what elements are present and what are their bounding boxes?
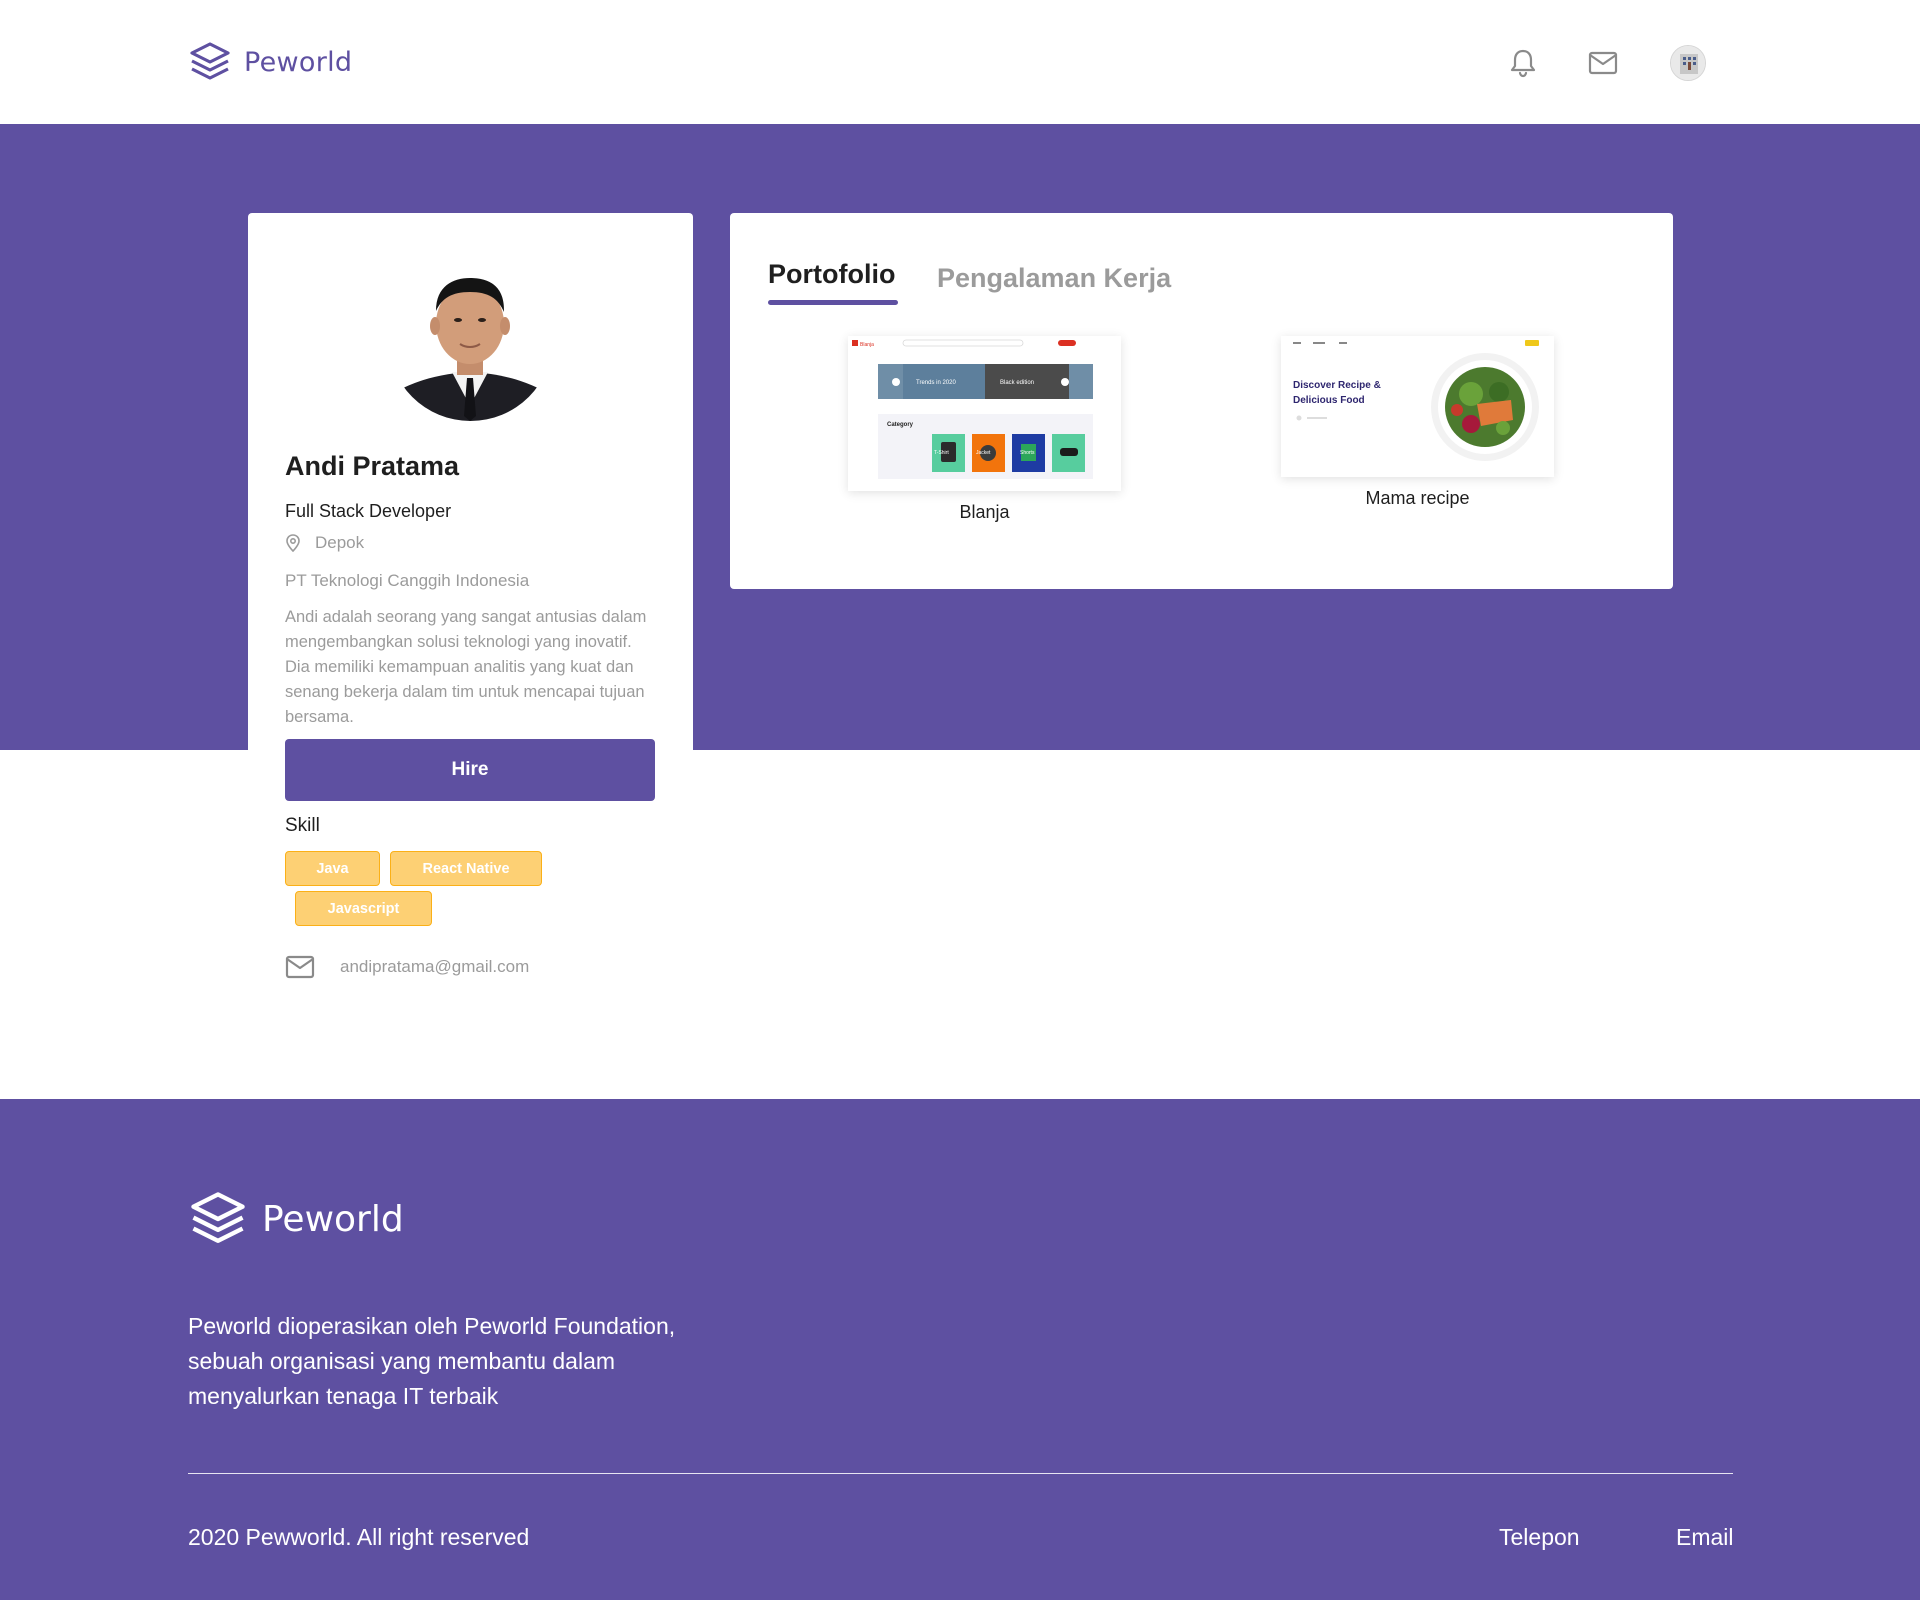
portfolio-item-mama-recipe[interactable]: Discover Recipe & Delicious Food	[1281, 336, 1554, 477]
footer: Peworld Peworld dioperasikan oleh Peworl…	[0, 1099, 1920, 1600]
thumb-blanja-category: Shorts	[1020, 450, 1035, 456]
footer-link-email[interactable]: Email	[1676, 1524, 1734, 1551]
hire-button[interactable]: Hire	[285, 739, 655, 801]
tab-work-experience[interactable]: Pengalaman Kerja	[937, 263, 1171, 294]
email-text: andipratama@gmail.com	[340, 957, 530, 976]
footer-brand-name: Peworld	[262, 1198, 404, 1240]
skill-badge[interactable]: Java	[285, 851, 380, 886]
footer-brand-logo[interactable]: Peworld	[188, 1189, 404, 1249]
map-pin-icon	[286, 534, 300, 552]
profile-card: Andi Pratama Full Stack Developer Depok …	[248, 213, 693, 801]
thumb-blanja-category-label: Category	[887, 422, 914, 428]
footer-divider	[188, 1473, 1733, 1474]
footer-copyright: 2020 Pewworld. All right reserved	[188, 1524, 530, 1550]
skill-badge[interactable]: Javascript	[295, 891, 432, 926]
contact-email[interactable]: andipratama@gmail.com	[285, 955, 529, 979]
profile-photo	[388, 256, 553, 421]
top-navbar: Peworld	[0, 0, 1920, 124]
tab-active-indicator	[768, 300, 898, 305]
thumb-blanja-banner: Black edition	[1000, 380, 1034, 386]
layers-logo-icon	[191, 1192, 245, 1243]
portfolio-title: Blanja	[959, 502, 1010, 522]
layers-logo-icon	[190, 42, 230, 80]
portfolio-card: Portofolio Pengalaman Kerja Blanja Trend…	[730, 213, 1673, 589]
thumb-blanja-category: Jacket	[976, 450, 991, 456]
location-text: Depok	[315, 533, 365, 552]
profile-name: Andi Pratama	[285, 451, 460, 481]
profile-job-title: Full Stack Developer	[285, 501, 452, 521]
mail-icon	[285, 955, 315, 979]
thumb-blanja-category: T-Shirt	[934, 450, 949, 456]
thumb-blanja-banner: Trends in 2020	[916, 380, 956, 386]
skill-badge[interactable]: React Native	[390, 851, 542, 886]
user-avatar[interactable]	[1670, 45, 1706, 81]
footer-description: Peworld dioperasikan oleh Peworld Founda…	[188, 1313, 676, 1409]
mail-icon[interactable]	[1586, 46, 1620, 80]
skill-heading: Skill	[285, 815, 320, 836]
profile-location: Depok	[285, 533, 364, 553]
brand-name: Peworld	[244, 46, 353, 78]
profile-bio: Andi adalah seorang yang sangat antusias…	[285, 608, 647, 726]
profile-company: PT Teknologi Canggih Indonesia	[285, 571, 530, 590]
brand-logo[interactable]: Peworld	[188, 40, 352, 84]
portfolio-item-blanja[interactable]: Blanja Trends in 2020 Black edition Cate…	[848, 336, 1121, 491]
thumb-recipe-headline: Discover Recipe &	[1293, 380, 1381, 391]
bell-icon[interactable]	[1506, 46, 1540, 80]
thumb-blanja-brand: Blanja	[860, 342, 874, 348]
tab-portfolio[interactable]: Portofolio	[768, 259, 895, 290]
thumb-recipe-headline: Delicious Food	[1293, 395, 1365, 406]
footer-link-phone[interactable]: Telepon	[1499, 1524, 1580, 1551]
portfolio-title: Mama recipe	[1365, 488, 1470, 508]
